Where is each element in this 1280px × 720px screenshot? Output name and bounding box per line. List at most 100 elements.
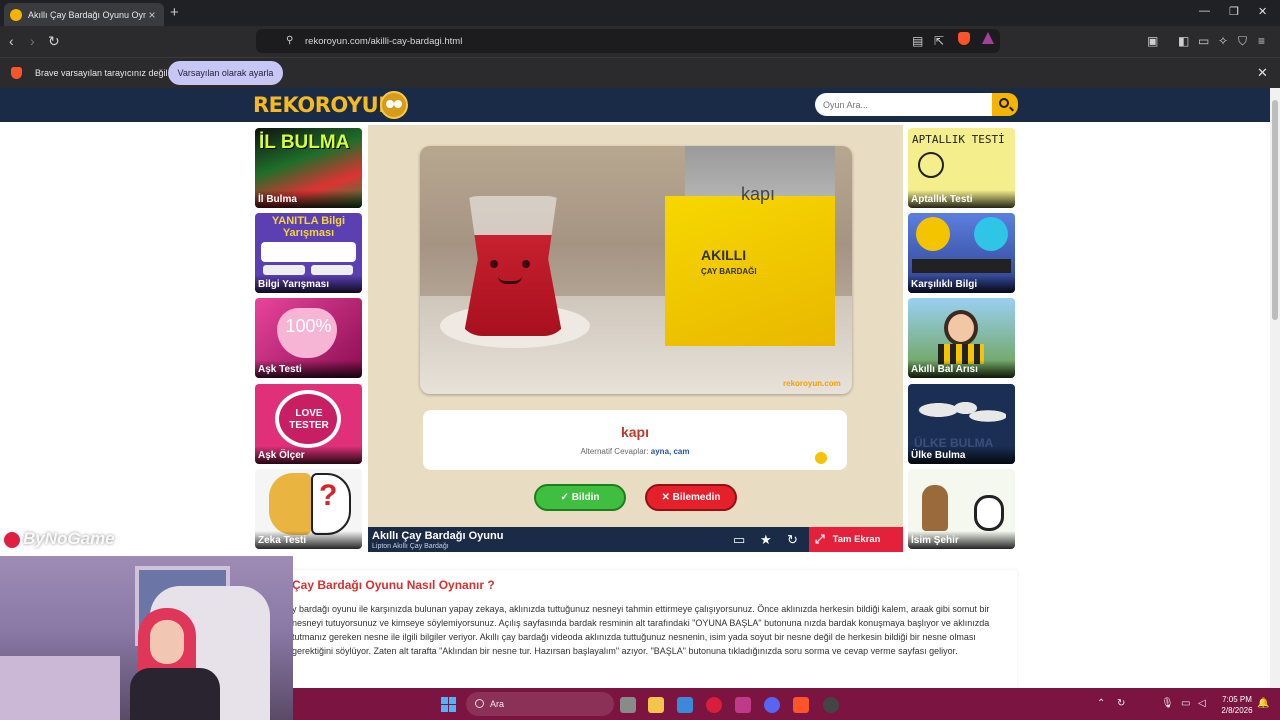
set-default-button[interactable]: Varsayılan olarak ayarla: [168, 61, 283, 85]
fullscreen-icon: ⤢: [815, 532, 825, 546]
forward-icon[interactable]: ›: [30, 33, 35, 49]
card-label: Akıllı Bal Arısı: [908, 360, 1015, 378]
tea-box-brand: AKILLI ÇAY BARDAĞI: [701, 247, 757, 276]
card-label: Aptallık Testi: [908, 190, 1015, 208]
card-art-text: LOVE TESTER: [289, 408, 329, 431]
sidebar-icon[interactable]: ◧: [1178, 34, 1189, 48]
streamer-logo-icon: [4, 531, 20, 548]
game-card-akilli-bal-arisi[interactable]: Akıllı Bal Arısı: [908, 298, 1015, 378]
panda-icon: [974, 495, 1004, 531]
card-art-text: ?: [319, 479, 338, 512]
game-card-ask-olcer[interactable]: LOVE TESTER Aşk Ölçer: [255, 384, 362, 464]
card-question-box: [261, 242, 356, 262]
monkey-icon: [922, 485, 948, 531]
discord-icon[interactable]: [764, 697, 780, 713]
back-icon[interactable]: ‹: [9, 33, 14, 49]
brave-shields-icon[interactable]: [958, 32, 970, 45]
wrong-button[interactable]: ✕ Bilemedin: [645, 484, 737, 511]
card-label: Bilgi Yarışması: [255, 275, 362, 293]
restart-icon[interactable]: ↻: [787, 532, 798, 548]
page-scrollbar[interactable]: [1270, 88, 1280, 688]
card-label: İsim Şehir: [908, 531, 1015, 549]
task-view-icon[interactable]: [620, 697, 636, 713]
site-logo[interactable]: REKOROYUN: [253, 93, 396, 117]
card-art-text: YANITLA Bilgi Yarışması: [271, 215, 346, 239]
taskbar-search[interactable]: Ara: [466, 692, 614, 716]
taskbar-search-text: Ara: [490, 699, 505, 709]
game-card-aptallik-testi[interactable]: APTALLIK TESTİ Aptallık Testi: [908, 128, 1015, 208]
fullscreen-label: Tam Ekran: [832, 534, 881, 545]
clock-time: 7:05 PM: [1222, 695, 1252, 704]
card-art-text: APTALLIK TESTİ: [912, 133, 1005, 146]
share-icon[interactable]: ⇱: [934, 34, 944, 48]
notification-icon[interactable]: 🔔: [1257, 698, 1269, 709]
tray-chevron-icon[interactable]: ⌃: [1097, 698, 1105, 709]
game-card-isim-sehir[interactable]: İsim Şehir: [908, 469, 1015, 549]
game-card-karsilikli-bilgi[interactable]: Karşılıklı Bilgi: [908, 213, 1015, 293]
card-label: Ülke Bulma: [908, 446, 1015, 464]
site-favicon-icon: [10, 8, 22, 21]
tab-title: Akıllı Çay Bardağı Oyunu Oyna: [28, 9, 146, 20]
thought-word-label: kapı: [741, 184, 776, 204]
app-icon[interactable]: [735, 697, 751, 713]
fullscreen-button[interactable]: ⤢ Tam Ekran: [809, 527, 903, 552]
game-search-input[interactable]: [815, 93, 993, 116]
vpn-icon[interactable]: ⛉: [1238, 34, 1247, 49]
close-tab-icon[interactable]: ×: [146, 8, 158, 22]
leo-ai-icon[interactable]: ✧: [1218, 34, 1228, 48]
player-icon: [916, 217, 950, 251]
webcam-overlay: [0, 556, 293, 720]
new-tab-icon[interactable]: +: [170, 4, 179, 21]
reader-icon[interactable]: ▤: [912, 34, 923, 48]
site-info-icon[interactable]: ⚲: [286, 35, 293, 46]
glass-face-icon: [484, 256, 544, 290]
brave-logo-icon: [11, 67, 22, 79]
volume-icon[interactable]: ◁: [1198, 698, 1206, 709]
browser-tab[interactable]: Akıllı Çay Bardağı Oyunu Oyna ×: [4, 3, 164, 26]
network-icon[interactable]: ▭: [1181, 698, 1190, 709]
game-card-bilgi-yarismasi[interactable]: YANITLA Bilgi Yarışması Bilgi Yarışması: [255, 213, 362, 293]
correct-button[interactable]: ✓ Bildin: [534, 484, 626, 511]
brave-icon[interactable]: [793, 697, 809, 713]
bee-icon: [815, 452, 827, 464]
card-label: Aşk Ölçer: [255, 446, 362, 464]
reload-icon[interactable]: ↻: [48, 33, 60, 49]
tabs-icon[interactable]: ▣: [1147, 34, 1158, 48]
card-label: Karşılıklı Bilgi: [908, 275, 1015, 293]
menu-icon[interactable]: ≡: [1258, 34, 1265, 48]
game-info-bar: Akıllı Çay Bardağı Oyunu Lipton Akıllı Ç…: [368, 527, 903, 552]
microphone-icon[interactable]: 🎙: [1161, 698, 1174, 709]
maximize-icon[interactable]: ❐: [1229, 5, 1239, 18]
favorite-star-icon[interactable]: ★: [760, 532, 772, 548]
card-art-text: İL BULMA: [259, 132, 350, 153]
game-card-ulke-bulma[interactable]: ÜLKE BULMA Ülke Bulma: [908, 384, 1015, 464]
minimize-icon[interactable]: —: [1199, 5, 1210, 17]
alt-label: Alternatif Cevaplar:: [580, 447, 649, 456]
game-card-ask-testi[interactable]: 100% Aşk Testi: [255, 298, 362, 378]
search-button[interactable]: [992, 93, 1018, 116]
url-text: rekoroyun.com/akilli-cay-bardagi.html: [305, 36, 463, 47]
address-bar[interactable]: ⚲ rekoroyun.com/akilli-cay-bardagi.html …: [256, 29, 1000, 53]
game-card-il-bulma[interactable]: İL BULMA İl Bulma: [255, 128, 362, 208]
room-bed: [0, 656, 120, 720]
alternative-answers: Alternatif Cevaplar: ayna, cam: [423, 447, 847, 456]
face-icon: [918, 152, 944, 178]
tray-app-icon[interactable]: ↻: [1117, 698, 1125, 709]
start-icon[interactable]: [441, 697, 456, 712]
close-infobar-icon[interactable]: ✕: [1257, 65, 1268, 81]
scrollbar-thumb[interactable]: [1272, 100, 1278, 320]
card-art-text: 100%: [285, 316, 332, 336]
obs-icon[interactable]: [823, 697, 839, 713]
file-explorer-icon[interactable]: [648, 697, 664, 713]
store-icon[interactable]: [677, 697, 693, 713]
taskbar-clock[interactable]: 7:05 PM 2/8/2026: [1218, 694, 1256, 716]
game-video[interactable]: AKILLI ÇAY BARDAĞI: [420, 146, 852, 394]
wallet-icon[interactable]: ▭: [1198, 34, 1209, 48]
comment-icon[interactable]: ▭: [733, 532, 745, 548]
game-subtitle: Lipton Akıllı Çay Bardağı: [372, 543, 449, 550]
close-window-icon[interactable]: ✕: [1258, 5, 1267, 18]
game-card-zeka-testi[interactable]: ? Zeka Testi: [255, 469, 362, 549]
podium: [912, 259, 1011, 273]
opera-icon[interactable]: [706, 697, 722, 713]
player-icon: [974, 217, 1008, 251]
